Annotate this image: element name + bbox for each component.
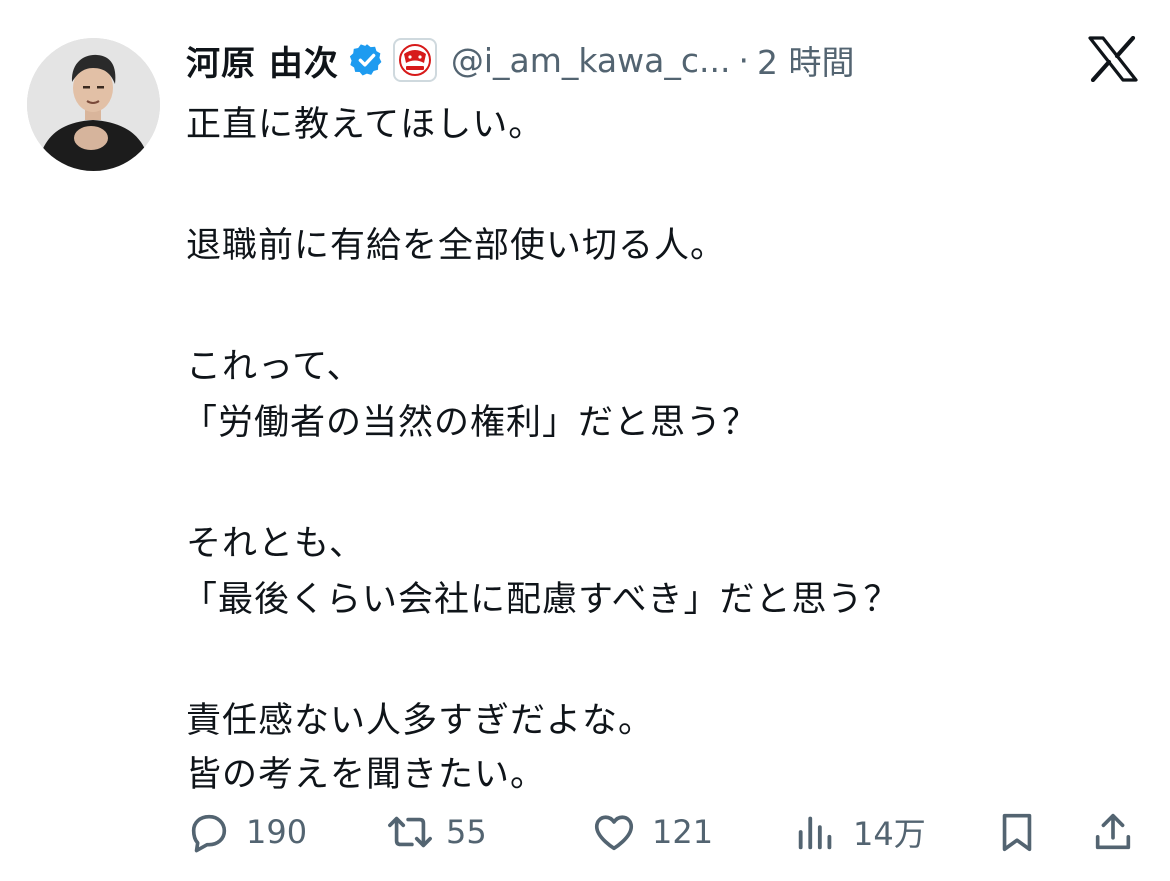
bookmark-button[interactable] (994, 802, 1040, 862)
repost-button[interactable]: 55 (384, 802, 487, 862)
post-line: 正直に教えてほしい。 (186, 105, 545, 145)
reply-count: 190 (246, 813, 308, 851)
repost-count: 55 (446, 813, 487, 851)
display-name[interactable]: 河原 由次 (186, 36, 339, 85)
post-line: 退職前に有給を全部使い切る人。 (186, 226, 727, 266)
avatar-photo (27, 38, 160, 171)
post-line: 「労働者の当然の権利」だと思う？ (182, 403, 759, 443)
x-logo-icon (1088, 35, 1138, 83)
post-line: 「最後くらい会社に配慮すべき」だと思う？ (182, 580, 900, 620)
avatar[interactable] (27, 38, 160, 171)
user-handle[interactable]: @i_am_kawa_c... (451, 41, 731, 80)
view-count: 14万 (853, 815, 926, 853)
action-bar: 190 55 121 14万 (0, 802, 1170, 862)
reply-button[interactable]: 190 (186, 802, 307, 862)
views-button[interactable]: 14万 (793, 802, 926, 862)
verified-badge-icon (349, 42, 385, 78)
heart-icon (590, 809, 638, 855)
post-line: これって、 (186, 347, 363, 387)
post-line: 皆の考えを聞きたい。 (186, 755, 547, 795)
post: 河原 由次 @i_am_kawa_c... · 2 時間 正直に教えてほしい。 … (0, 0, 1170, 881)
share-icon (1090, 809, 1136, 855)
share-button[interactable] (1090, 802, 1136, 862)
views-chart-icon (793, 809, 839, 855)
reply-icon (186, 809, 232, 855)
like-button[interactable]: 121 (590, 802, 713, 862)
repost-icon (384, 809, 436, 855)
post-line: それとも、 (186, 524, 365, 564)
bookmark-icon (994, 809, 1040, 855)
post-text: 正直に教えてほしい。 退職前に有給を全部使い切る人。 これって、 「労働者の当然… (182, 101, 1126, 799)
post-timestamp[interactable]: 2 時間 (757, 36, 855, 84)
like-count: 121 (652, 813, 714, 851)
header-separator: · (738, 40, 749, 80)
post-header: 河原 由次 @i_am_kawa_c... · 2 時間 (186, 36, 854, 84)
channel-logo-icon[interactable] (392, 38, 437, 82)
post-line: 責任感ない人多すぎだよな。 (186, 701, 655, 741)
